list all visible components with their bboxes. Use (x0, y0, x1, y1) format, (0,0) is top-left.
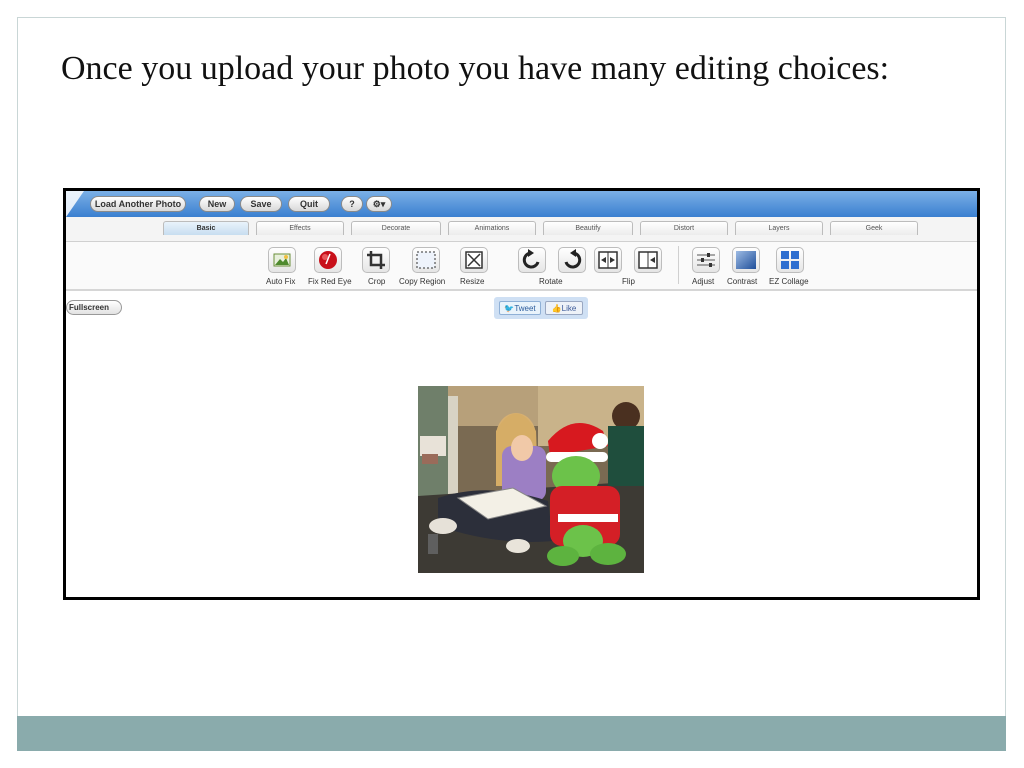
rotate-right-button[interactable] (558, 247, 586, 273)
contrast-label: Contrast (727, 277, 758, 286)
crop-button[interactable] (362, 247, 390, 273)
copy-region-button[interactable] (412, 247, 440, 273)
uploaded-photo (418, 386, 644, 573)
save-button[interactable]: Save (240, 196, 282, 212)
adjust-label: Adjust (692, 277, 715, 286)
like-button[interactable]: 👍Like (545, 301, 583, 315)
tab-row: Basic Effects Decorate Animations Beauti… (66, 217, 977, 242)
flip-label: Flip (622, 277, 635, 286)
rotate-label: Rotate (539, 277, 563, 286)
chevron-down-icon: ▾ (380, 199, 386, 209)
thumbs-up-icon: 👍 (551, 304, 562, 313)
tab-distort[interactable]: Distort (640, 221, 728, 235)
settings-button[interactable]: ⚙▾ (366, 196, 392, 212)
adjust-button[interactable] (692, 247, 720, 273)
tweet-button[interactable]: 🐦Tweet (499, 301, 541, 315)
slide-footer-bar (17, 716, 1006, 751)
flip-horizontal-button[interactable] (594, 247, 622, 273)
auto-fix-icon (273, 253, 291, 267)
social-share-bar: 🐦Tweet 👍Like (494, 297, 588, 319)
rotate-left-button[interactable] (518, 247, 546, 273)
resize-button[interactable] (460, 247, 488, 273)
copy-region-icon (416, 251, 436, 269)
flip-horizontal-icon (598, 251, 618, 269)
twitter-bird-icon: 🐦 (504, 304, 515, 313)
adjust-sliders-icon (697, 253, 715, 267)
quit-button[interactable]: Quit (288, 196, 330, 212)
tab-decorate[interactable]: Decorate (351, 221, 441, 235)
red-eye-icon (319, 251, 337, 269)
like-label: Like (561, 304, 577, 313)
rotate-right-icon (564, 249, 582, 269)
editor-topbar: Load Another Photo New Save Quit ? ⚙▾ (66, 191, 977, 217)
contrast-button[interactable] (732, 247, 760, 273)
copy-region-label: Copy Region (399, 277, 446, 286)
fix-red-eye-button[interactable] (314, 247, 342, 273)
resize-label: Resize (460, 277, 485, 286)
fullscreen-button[interactable]: Fullscreen (66, 300, 122, 315)
tab-layers[interactable]: Layers (735, 221, 823, 235)
load-another-photo-button[interactable]: Load Another Photo (90, 196, 186, 212)
crop-icon (367, 251, 385, 269)
auto-fix-label: Auto Fix (266, 277, 296, 286)
resize-icon (465, 251, 483, 269)
tab-effects[interactable]: Effects (256, 221, 344, 235)
tweet-label: Tweet (514, 304, 536, 313)
help-button[interactable]: ? (341, 196, 363, 212)
collage-grid-icon (781, 251, 799, 269)
tool-row: Auto Fix Fix Red Eye Crop Copy Region Re… (66, 242, 977, 291)
slide-title: Once you upload your photo you have many… (61, 50, 890, 87)
tool-divider (678, 246, 679, 284)
rotate-left-icon (522, 249, 540, 269)
tab-beautify[interactable]: Beautify (543, 221, 633, 235)
crop-label: Crop (368, 277, 386, 286)
tab-geek[interactable]: Geek (830, 221, 918, 235)
editor-screenshot: Load Another Photo New Save Quit ? ⚙▾ Ba… (63, 188, 980, 600)
tab-basic[interactable]: Basic (163, 221, 249, 235)
gear-icon: ⚙ (372, 199, 381, 209)
contrast-icon (736, 251, 756, 269)
flip-vertical-button[interactable] (634, 247, 662, 273)
fix-red-eye-label: Fix Red Eye (308, 277, 352, 286)
ez-collage-label: EZ Collage (769, 277, 809, 286)
new-button[interactable]: New (199, 196, 235, 212)
flip-vertical-icon (638, 251, 658, 269)
auto-fix-button[interactable] (268, 247, 296, 273)
tab-animations[interactable]: Animations (448, 221, 536, 235)
ez-collage-button[interactable] (776, 247, 804, 273)
